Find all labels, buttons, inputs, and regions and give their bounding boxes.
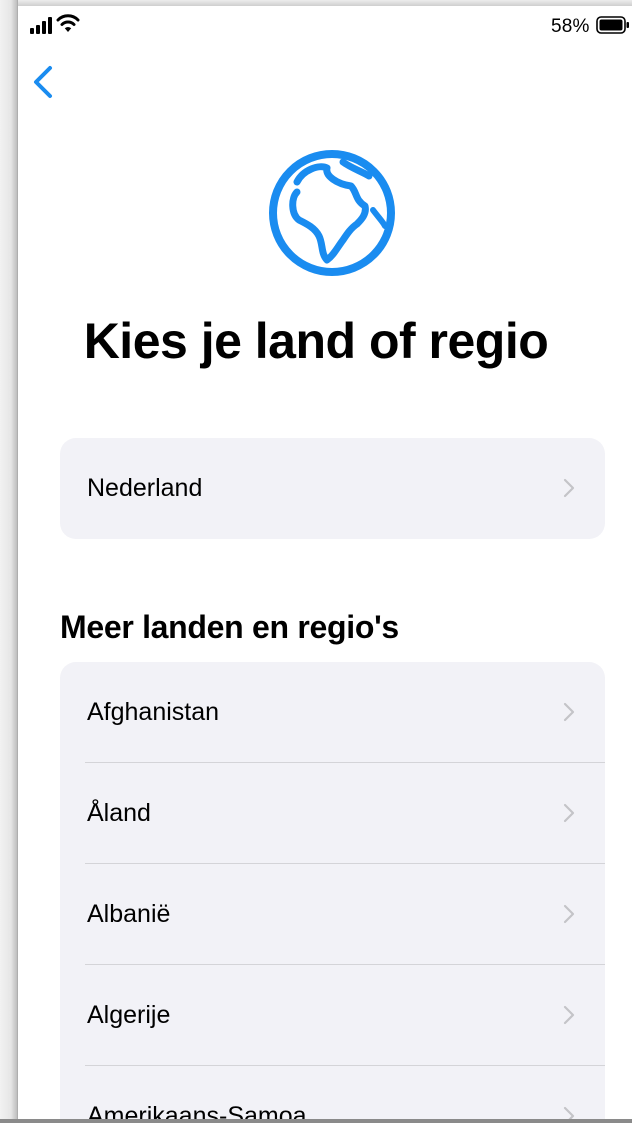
battery-icon [596,16,629,34]
country-row-nederland[interactable]: Nederland [60,438,605,539]
chevron-right-icon [563,1106,575,1119]
country-label: Algerije [87,1001,171,1029]
status-bar: 58% [18,6,632,46]
country-row-algerije[interactable]: Algerije [60,965,605,1066]
suggested-country-card: Nederland [60,438,605,539]
chevron-right-icon [563,478,575,498]
back-chevron-icon[interactable] [28,62,60,102]
wifi-icon [56,14,80,32]
globe-icon [269,150,395,276]
chevron-right-icon [563,803,575,823]
country-label: Nederland [87,474,203,502]
country-label: Åland [87,799,151,827]
device-frame: 58% Kies je land of regio Nederland Meer… [0,0,632,1123]
country-row-amerikaans-samoa[interactable]: Amerikaans-Samoa [60,1066,605,1119]
cellular-signal-icon [30,16,52,34]
battery-percentage: 58% [551,16,590,37]
setup-screen: 58% Kies je land of regio Nederland Meer… [18,6,632,1119]
chevron-right-icon [563,904,575,924]
device-bezel-bottom [0,1119,632,1123]
country-label: Albanië [87,900,171,928]
country-label: Amerikaans-Samoa [87,1102,307,1119]
country-list: Afghanistan Åland Albanië Algerije Ameri… [60,662,605,1119]
country-label: Afghanistan [87,698,220,726]
country-row-aland[interactable]: Åland [60,763,605,864]
country-row-albanie[interactable]: Albanië [60,864,605,965]
chevron-right-icon [563,1005,575,1025]
chevron-right-icon [563,702,575,722]
country-row-afghanistan[interactable]: Afghanistan [60,662,605,763]
section-header-more-countries: Meer landen en regio's [60,609,399,645]
device-bezel-left [0,0,18,1123]
page-title: Kies je land of regio [83,313,549,369]
